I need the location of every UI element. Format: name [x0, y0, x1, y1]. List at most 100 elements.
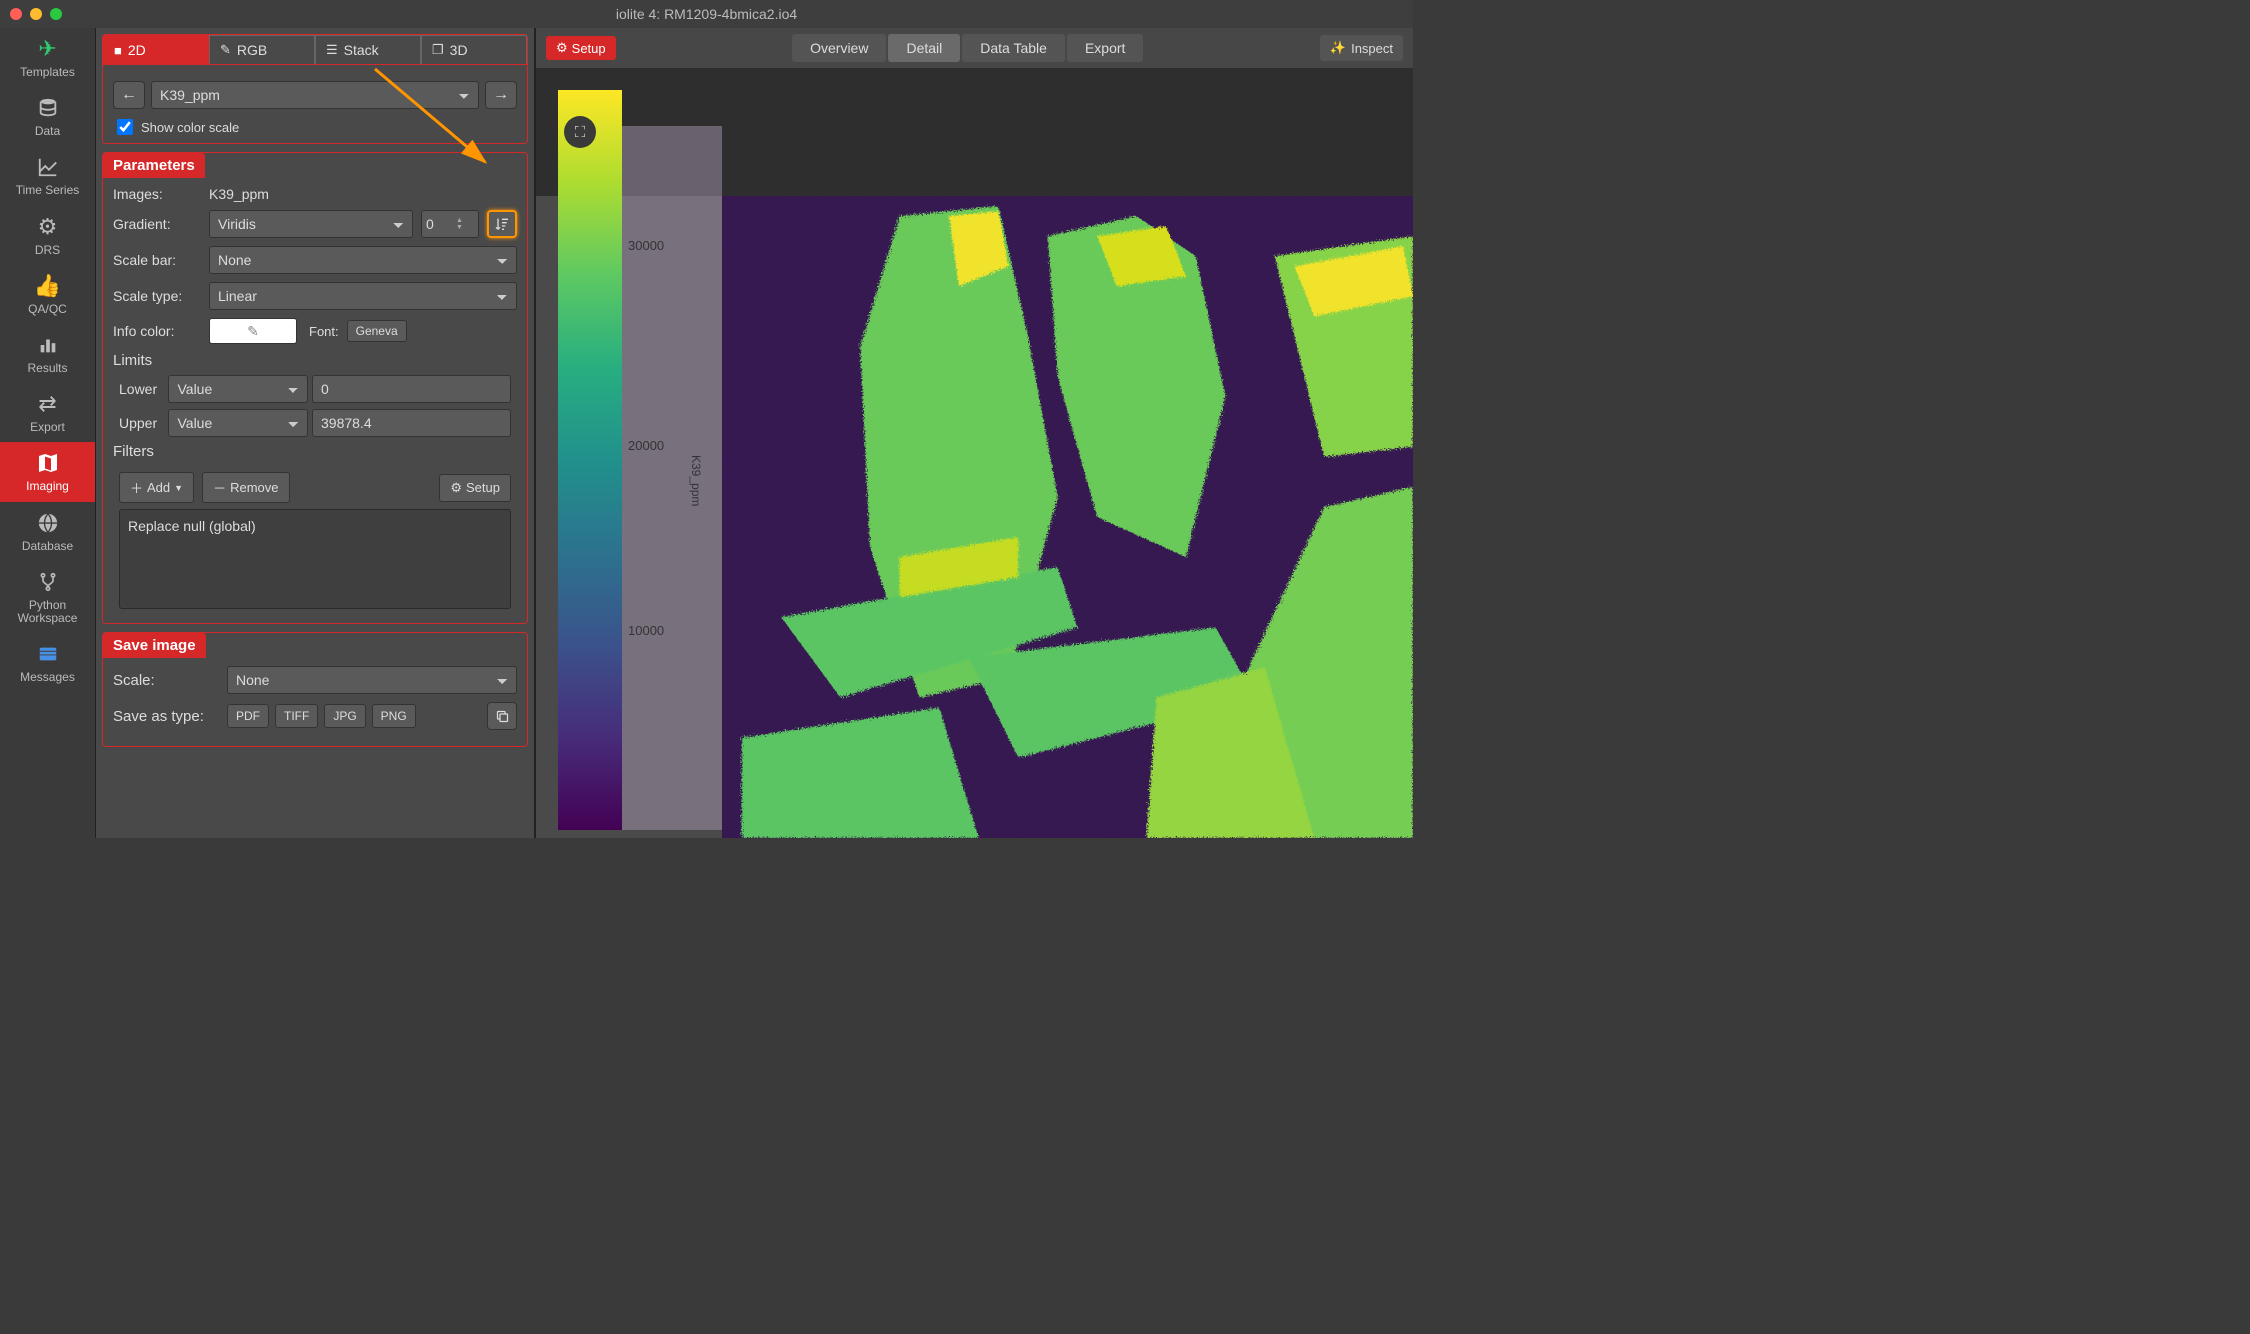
sidebar-item-data[interactable]: Data	[0, 87, 95, 146]
parameters-header: Parameters	[103, 153, 205, 178]
colorbar-axis-label: K39_ppm	[689, 455, 703, 506]
font-button[interactable]: Geneva	[347, 320, 407, 342]
tab-2d[interactable]: ■ 2D	[103, 35, 209, 64]
color-scale-bar[interactable]	[558, 90, 622, 830]
settings-panel: ■ 2D ✎ RGB ☰ Stack ❒ 3D	[96, 28, 536, 838]
upper-mode-select[interactable]: Value	[168, 409, 308, 437]
stack-icon: ☰	[326, 42, 338, 58]
sidebar-item-label: Time Series	[16, 184, 80, 197]
tab-overview[interactable]: Overview	[792, 34, 886, 62]
sidebar-item-label: Export	[30, 421, 65, 434]
gear-icon: ⚙	[556, 40, 568, 56]
color-scale-overlay	[622, 126, 722, 830]
gradient-offset-spinner[interactable]: ▲▼	[421, 210, 479, 238]
database-icon	[37, 95, 59, 121]
expand-icon: ⛶	[575, 124, 586, 141]
sidebar-item-drs[interactable]: ⚙ DRS	[0, 206, 95, 265]
sidebar-item-qaqc[interactable]: 👍 QA/QC	[0, 265, 95, 324]
heatmap-image[interactable]	[722, 196, 1413, 838]
spinner-down-icon[interactable]: ▼	[456, 224, 470, 231]
sidebar-item-python-workspace[interactable]: Python Workspace	[0, 561, 95, 633]
save-tiff-button[interactable]: TIFF	[275, 704, 318, 728]
sidebar-item-results[interactable]: Results	[0, 324, 95, 383]
prev-channel-button[interactable]: ←	[113, 81, 145, 109]
next-channel-button[interactable]: →	[485, 81, 517, 109]
sidebar-item-label: Messages	[20, 671, 75, 684]
sidebar-item-templates[interactable]: ✈ Templates	[0, 28, 95, 87]
spinner-up-icon[interactable]: ▲	[456, 217, 470, 224]
remove-filter-button[interactable]: － Remove	[202, 472, 289, 503]
sidebar-item-label: Results	[27, 362, 67, 375]
gear-icon: ⚙	[38, 214, 58, 240]
sidebar-item-time-series[interactable]: Time Series	[0, 146, 95, 205]
gradient-offset-input[interactable]	[422, 216, 456, 232]
sidebar-item-label: Imaging	[26, 480, 69, 493]
lower-value-input[interactable]	[312, 375, 511, 403]
chart-line-icon	[37, 154, 59, 180]
copy-image-button[interactable]	[487, 702, 517, 730]
tab-export[interactable]: Export	[1067, 34, 1143, 62]
image-view[interactable]: ⛶ 30000 20000 10000 K39_ppm	[536, 68, 1413, 838]
tab-label: 3D	[450, 42, 468, 58]
add-filter-button[interactable]: ＋ Add ▼	[119, 472, 194, 503]
scalebar-select[interactable]: None	[209, 246, 517, 274]
gradient-select[interactable]: Viridis	[209, 210, 413, 238]
save-png-button[interactable]: PNG	[372, 704, 416, 728]
filter-setup-button[interactable]: ⚙ Setup	[439, 474, 511, 502]
save-pdf-button[interactable]: PDF	[227, 704, 269, 728]
sidebar-item-database[interactable]: Database	[0, 502, 95, 561]
close-window-icon[interactable]	[10, 8, 22, 20]
tab-stack[interactable]: ☰ Stack	[315, 35, 421, 64]
tab-detail[interactable]: Detail	[888, 34, 960, 62]
tab-label: Stack	[344, 42, 379, 58]
limits-header: Limits	[113, 352, 517, 369]
brush-icon: ✎	[247, 323, 259, 340]
filter-list[interactable]: Replace null (global)	[119, 509, 511, 609]
branch-icon	[38, 569, 58, 595]
map-icon	[36, 450, 60, 476]
filter-list-item[interactable]: Replace null (global)	[128, 518, 502, 534]
colorbar-tick: 30000	[628, 238, 664, 253]
sidebar-item-messages[interactable]: Messages	[0, 633, 95, 692]
save-as-type-label: Save as type:	[113, 708, 221, 725]
image-setup-button[interactable]: ⚙ Setup	[546, 36, 616, 60]
inspect-button[interactable]: ✨ Inspect	[1320, 35, 1403, 61]
colorbar-tick: 20000	[628, 438, 664, 453]
image-panel: ⚙ Setup Overview Detail Data Table Expor…	[536, 28, 1413, 838]
tab-data-table[interactable]: Data Table	[962, 34, 1065, 62]
sidebar-item-label: Python Workspace	[18, 599, 78, 625]
tab-3d[interactable]: ❒ 3D	[421, 35, 527, 64]
messages-icon	[37, 641, 59, 667]
show-color-scale-checkbox[interactable]	[117, 119, 133, 135]
channel-select[interactable]: K39_ppm	[151, 81, 479, 109]
upper-limit-label: Upper	[119, 415, 164, 431]
upper-value-input[interactable]	[312, 409, 511, 437]
expand-button[interactable]: ⛶	[564, 116, 596, 148]
gear-icon: ⚙	[450, 480, 462, 496]
sidebar-item-export[interactable]: ⇄ Export	[0, 383, 95, 442]
transfer-icon: ⇄	[38, 391, 56, 417]
images-label: Images:	[113, 186, 201, 202]
info-color-swatch[interactable]: ✎	[209, 318, 297, 344]
titlebar: iolite 4: RM1209-4bmica2.io4	[0, 0, 1413, 28]
tab-rgb[interactable]: ✎ RGB	[209, 35, 315, 64]
minimize-window-icon[interactable]	[30, 8, 42, 20]
sidebar-item-label: QA/QC	[28, 303, 67, 316]
sidebar-item-label: Templates	[20, 66, 75, 79]
sidebar-item-label: Data	[35, 125, 60, 138]
save-scale-select[interactable]: None	[227, 666, 517, 694]
plus-icon: ＋	[130, 478, 143, 497]
lower-mode-select[interactable]: Value	[168, 375, 308, 403]
window-title: iolite 4: RM1209-4bmica2.io4	[0, 6, 1413, 22]
maximize-window-icon[interactable]	[50, 8, 62, 20]
paper-plane-icon: ✈	[38, 36, 56, 62]
minus-icon: －	[213, 478, 226, 497]
sort-list-icon	[494, 216, 510, 232]
save-scale-label: Scale:	[113, 672, 221, 689]
gradient-list-button[interactable]	[487, 210, 517, 238]
wand-icon: ✨	[1330, 40, 1346, 56]
sidebar-item-imaging[interactable]: Imaging	[0, 442, 95, 501]
save-jpg-button[interactable]: JPG	[324, 704, 365, 728]
sidebar-item-label: DRS	[35, 244, 60, 257]
scaletype-select[interactable]: Linear	[209, 282, 517, 310]
